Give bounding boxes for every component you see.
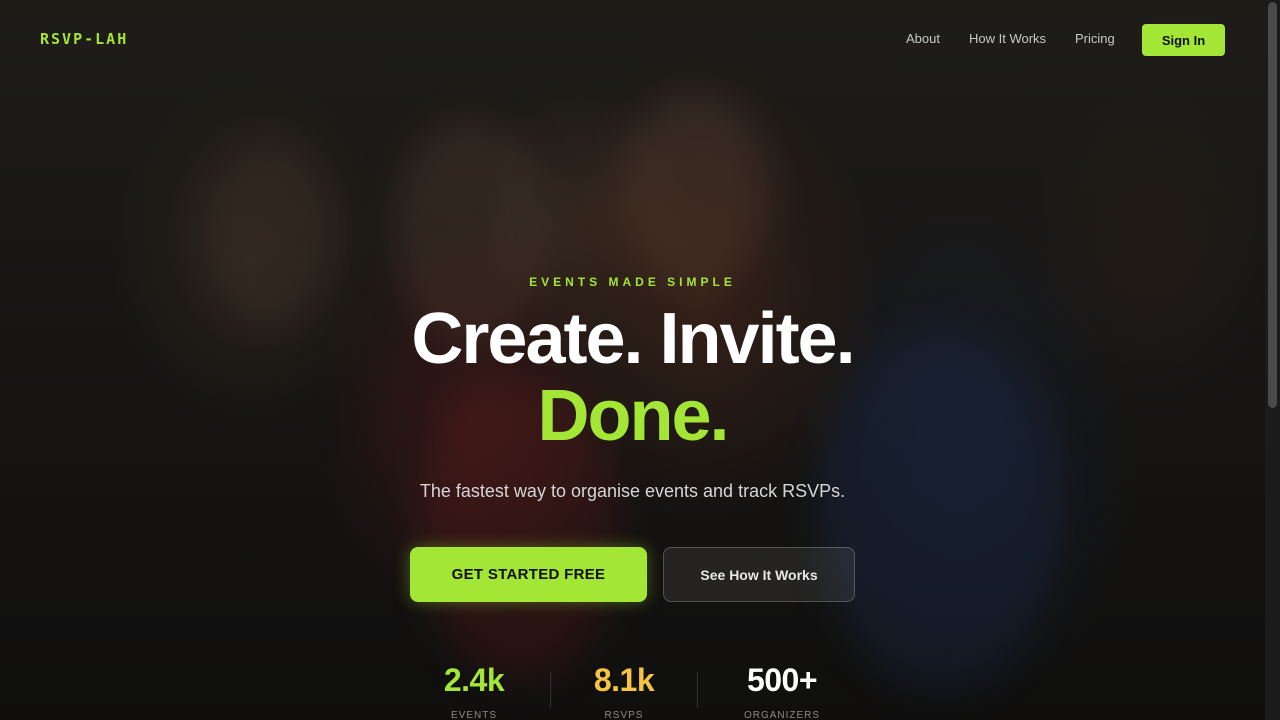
logo[interactable]: RSVP-LAH (40, 30, 128, 48)
nav-link-how-it-works[interactable]: How It Works (969, 31, 1046, 46)
hero-eyebrow: EVENTS MADE SIMPLE (529, 275, 736, 289)
stat-label: EVENTS (450, 710, 497, 720)
hero-headline: Create. Invite. (411, 299, 855, 379)
hero-subtitle: The fastest way to organise events and t… (419, 481, 846, 501)
nav-link-pricing[interactable]: Pricing (1075, 31, 1115, 46)
stat-label: RSVPS (604, 710, 644, 720)
stat-divider (697, 672, 698, 708)
hero-headline-accent: Done. (537, 376, 729, 456)
stat-value: 2.4k (443, 662, 505, 698)
stat-value: 500+ (746, 662, 818, 698)
stat-organizers: 500+ ORGANIZERS (722, 660, 842, 720)
stat-value: 8.1k (593, 662, 655, 698)
stat-label: ORGANIZERS (743, 710, 821, 720)
stat-events: 2.4k EVENTS (424, 660, 524, 720)
see-how-it-works-button[interactable]: See How It Works (663, 547, 855, 602)
top-nav: RSVP-LAH About How It Works Pricing Sign… (0, 0, 1265, 80)
stat-rsvps: 8.1k RSVPS (574, 660, 674, 720)
sign-in-button[interactable]: Sign In (1142, 24, 1225, 56)
scrollbar-thumb[interactable] (1268, 2, 1277, 408)
page-scrollbar[interactable] (1265, 0, 1280, 720)
nav-link-about[interactable]: About (906, 31, 940, 46)
get-started-button[interactable]: GET STARTED FREE (410, 547, 647, 602)
stat-divider (550, 672, 551, 708)
